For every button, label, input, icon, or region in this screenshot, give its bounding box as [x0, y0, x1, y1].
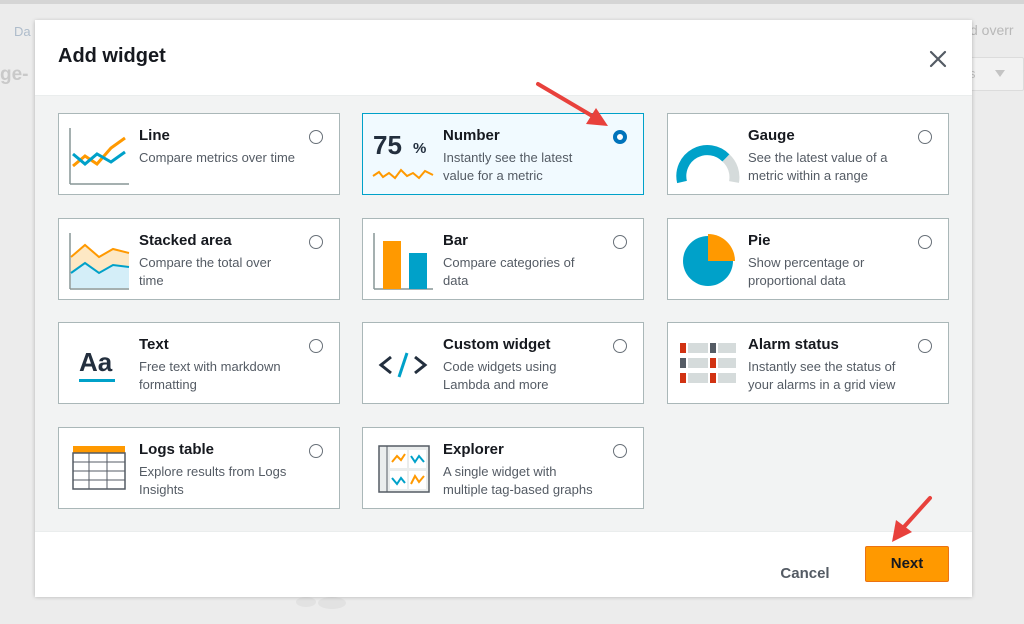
widget-radio-pie[interactable] [918, 235, 932, 249]
text-icon: Aa [67, 333, 131, 395]
widget-description: Instantly see the latest value for a met… [443, 150, 573, 183]
widget-description: See the latest value of a metric within … [748, 150, 888, 183]
background-page-title: ge- [0, 64, 29, 85]
background-breadcrumb: Da [14, 24, 31, 39]
stacked-area-icon [69, 233, 130, 290]
widget-radio-explorer[interactable] [613, 444, 627, 458]
text-icon-underline [79, 379, 115, 382]
widget-description: Instantly see the status of your alarms … [748, 359, 896, 392]
widget-description: Compare metrics over time [139, 150, 296, 165]
close-button[interactable] [924, 46, 952, 72]
widget-radio-alarm-status[interactable] [918, 339, 932, 353]
widget-description: A single widget with multiple tag-based … [443, 464, 593, 497]
widget-title: Number [443, 127, 500, 144]
widget-radio-line[interactable] [309, 130, 323, 144]
widget-title: Alarm status [748, 336, 839, 353]
widget-description: Free text with markdown formatting [139, 359, 281, 392]
alarm-grid-icon [680, 343, 736, 383]
table-icon [72, 446, 126, 490]
number-icon: 75 % [371, 124, 435, 186]
widget-title: Stacked area [139, 232, 232, 249]
widget-description: Show percentage or proportional data [748, 255, 865, 288]
widget-radio-custom-widget[interactable] [613, 339, 627, 353]
line-chart-icon [69, 128, 129, 185]
widget-title: Line [139, 127, 170, 144]
cancel-button[interactable]: Cancel [770, 559, 840, 589]
widget-title: Logs table [139, 441, 215, 458]
dialog-footer: Cancel Next [35, 531, 972, 597]
pie-chart-icon [683, 234, 735, 286]
bar-chart-icon [373, 233, 433, 290]
explorer-icon [378, 445, 430, 493]
widget-title: Custom widget [443, 336, 551, 353]
widget-option-logs-table[interactable]: Logs table Explore results from Logs Ins… [58, 427, 340, 509]
widget-option-alarm-status[interactable]: Alarm status Instantly see the status of… [667, 322, 949, 404]
next-button[interactable]: Next [865, 546, 949, 582]
gauge-icon [676, 145, 740, 184]
widget-option-bar[interactable]: Bar Compare categories of data [362, 218, 644, 300]
widget-option-number[interactable]: 75 % Number Instantly see the latest val… [362, 113, 644, 195]
widget-option-stacked-area[interactable]: Stacked area Compare the total over time [58, 218, 340, 300]
widget-radio-text[interactable] [309, 339, 323, 353]
widget-option-explorer[interactable]: Explorer A single widget with multiple t… [362, 427, 644, 509]
number-icon-unit: % [413, 140, 427, 157]
text-icon-glyph: Aa [79, 347, 113, 377]
widget-radio-logs-table[interactable] [309, 444, 323, 458]
widget-title: Bar [443, 232, 469, 249]
widget-option-custom-widget[interactable]: Custom widget Code widgets using Lambda … [362, 322, 644, 404]
widget-title: Explorer [443, 441, 504, 458]
page-top-bar [0, 0, 1024, 4]
background-decoration [296, 597, 346, 609]
widget-option-pie[interactable]: Pie Show percentage or proportional data [667, 218, 949, 300]
widget-radio-gauge[interactable] [918, 130, 932, 144]
widget-title: Gauge [748, 127, 795, 144]
dialog-title: Add widget [58, 45, 166, 67]
add-widget-dialog: Add widget Line Compare metrics over tim… [35, 20, 972, 597]
background-link: d overr [970, 22, 1014, 38]
dialog-header: Add widget [35, 20, 972, 96]
widget-description: Explore results from Logs Insights [139, 464, 287, 497]
code-icon [378, 352, 428, 378]
widget-title: Pie [748, 232, 771, 249]
widget-radio-bar[interactable] [613, 235, 627, 249]
widget-radio-stacked-area[interactable] [309, 235, 323, 249]
widget-grid: Line Compare metrics over time 75 % Numb… [35, 96, 972, 531]
widget-description: Code widgets using Lambda and more [443, 359, 557, 392]
number-icon-value: 75 [373, 130, 402, 160]
widget-option-gauge[interactable]: Gauge See the latest value of a metric w… [667, 113, 949, 195]
widget-option-line[interactable]: Line Compare metrics over time [58, 113, 340, 195]
close-icon[interactable] [924, 46, 952, 72]
widget-description: Compare categories of data [443, 255, 575, 288]
sparkline-icon [372, 168, 434, 180]
widget-radio-number[interactable] [613, 130, 627, 144]
widget-description: Compare the total over time [139, 255, 272, 288]
caret-down-icon [995, 70, 1005, 77]
widget-option-text[interactable]: Aa Text Free text with markdown formatti… [58, 322, 340, 404]
widget-title: Text [139, 336, 169, 353]
